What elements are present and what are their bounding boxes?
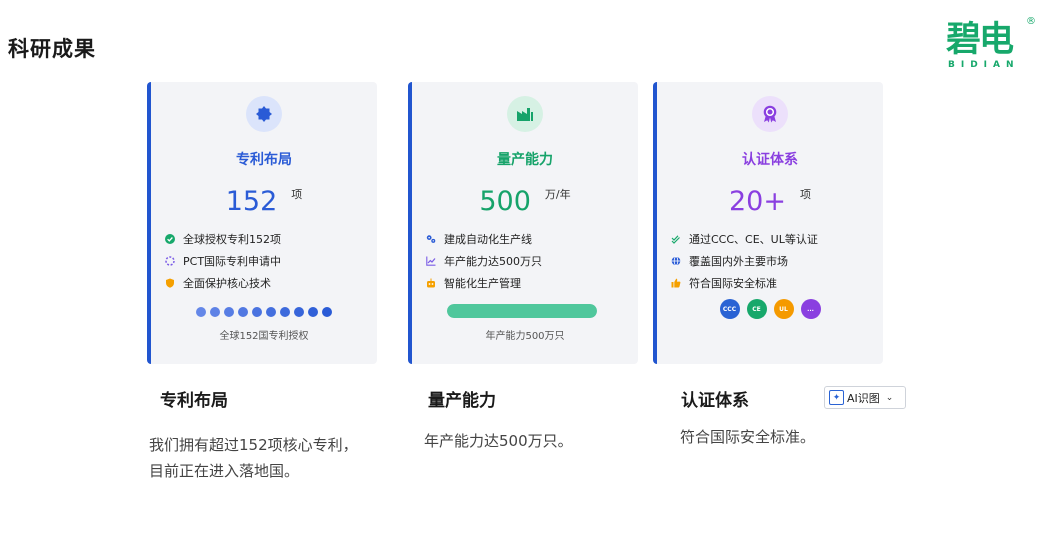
country-dot xyxy=(238,307,248,317)
country-dot xyxy=(224,307,234,317)
card-certifications: 认证体系 20+ 项 通过CCC、CE、UL等认证 覆盖国内外主要市场 符合国际安… xyxy=(653,82,883,364)
award-icon xyxy=(752,96,788,132)
robot-icon xyxy=(426,278,436,288)
country-dot xyxy=(252,307,262,317)
feature-list: 通过CCC、CE、UL等认证 覆盖国内外主要市场 符合国际安全标准 xyxy=(671,228,818,294)
ai-sparkle-icon: ✦ xyxy=(829,390,844,405)
feature-item: 全面保护核心技术 xyxy=(165,272,281,294)
feature-text: 全球授权专利152项 xyxy=(183,233,281,246)
cert-badge: CCC xyxy=(719,299,740,319)
stat-unit: 项 xyxy=(799,188,811,201)
section-desc-capacity: 年产能力达500万只。 xyxy=(424,432,573,450)
card-caption: 年产能力500万只 xyxy=(485,331,565,342)
stat-unit: 项 xyxy=(291,188,303,201)
feature-text: PCT国际专利申请中 xyxy=(183,255,282,268)
stat-value: 20+ xyxy=(729,186,786,217)
line-chart-icon xyxy=(426,256,436,266)
country-dot xyxy=(210,307,220,317)
registered-mark: ® xyxy=(1026,16,1036,27)
gears-icon xyxy=(426,234,436,244)
feature-item: 建成自动化生产线 xyxy=(426,228,542,250)
stat: 500 万/年 xyxy=(412,186,638,217)
stat-unit: 万/年 xyxy=(544,188,571,201)
badge-icon xyxy=(246,96,282,132)
feature-text: 全面保护核心技术 xyxy=(183,277,271,290)
ai-image-recognition-button[interactable]: ✦ AI识图 ⌄ xyxy=(824,386,906,409)
section-title-capacity: 量产能力 xyxy=(428,391,496,411)
brand-logo: 碧电 ® BIDIAN xyxy=(944,16,1036,74)
feature-item: 符合国际安全标准 xyxy=(671,272,818,294)
feature-item: 智能化生产管理 xyxy=(426,272,542,294)
card-title: 专利布局 xyxy=(236,152,292,168)
progress-fill xyxy=(447,304,597,318)
card-capacity: 量产能力 500 万/年 建成自动化生产线 年产能力达500万只 智能化生产管理 … xyxy=(408,82,638,364)
card-patents: 专利布局 152 项 全球授权专利152项 PCT国际专利申请中 全面保护核心技术… xyxy=(147,82,377,364)
stat: 20+ 项 xyxy=(657,186,883,217)
card-title: 量产能力 xyxy=(497,152,553,168)
country-dot xyxy=(196,307,206,317)
brand-mark: 碧电 xyxy=(946,20,1014,60)
cert-badge: ... xyxy=(800,299,821,319)
card-caption: 全球152国专利授权 xyxy=(219,331,309,342)
feature-item: 覆盖国内外主要市场 xyxy=(671,250,818,272)
feature-item: PCT国际专利申请中 xyxy=(165,250,281,272)
stat-value: 152 xyxy=(225,186,278,217)
section-desc-patents: 我们拥有超过152项核心专利， 目前正在进入落地国。 xyxy=(149,436,358,480)
cert-badge: UL xyxy=(773,299,794,319)
feature-item: 年产能力达500万只 xyxy=(426,250,542,272)
feature-text: 建成自动化生产线 xyxy=(444,233,532,246)
country-dot xyxy=(266,307,276,317)
country-dots xyxy=(151,307,377,317)
shield-icon xyxy=(165,278,175,288)
chevron-down-icon: ⌄ xyxy=(885,392,894,403)
card-title: 认证体系 xyxy=(742,152,798,168)
double-check-icon xyxy=(671,234,681,244)
section-title-certifications: 认证体系 xyxy=(681,391,749,411)
feature-list: 建成自动化生产线 年产能力达500万只 智能化生产管理 xyxy=(426,228,542,294)
country-dot xyxy=(322,307,332,317)
factory-icon xyxy=(507,96,543,132)
globe-icon xyxy=(671,256,681,266)
stat-value: 500 xyxy=(479,186,531,217)
feature-text: 覆盖国内外主要市场 xyxy=(689,255,788,268)
feature-text: 智能化生产管理 xyxy=(444,277,521,290)
thumbs-up-icon xyxy=(671,278,681,288)
page-title: 科研成果 xyxy=(8,37,96,61)
stat: 152 项 xyxy=(151,186,377,217)
country-dot xyxy=(308,307,318,317)
feature-item: 通过CCC、CE、UL等认证 xyxy=(671,228,818,250)
cert-badge: CE xyxy=(746,299,767,319)
spinner-icon xyxy=(165,256,175,266)
feature-list: 全球授权专利152项 PCT国际专利申请中 全面保护核心技术 xyxy=(165,228,281,294)
brand-subtitle: BIDIAN xyxy=(948,60,1020,70)
ai-button-label: AI识图 xyxy=(847,391,880,405)
capacity-progress-bar xyxy=(447,304,597,318)
section-title-patents: 专利布局 xyxy=(160,391,228,411)
country-dot xyxy=(294,307,304,317)
country-dot xyxy=(280,307,290,317)
check-circle-icon xyxy=(165,234,175,244)
cert-badges: CCC CE UL... xyxy=(657,299,883,319)
feature-text: 年产能力达500万只 xyxy=(444,255,542,268)
feature-text: 通过CCC、CE、UL等认证 xyxy=(689,233,818,246)
feature-text: 符合国际安全标准 xyxy=(689,277,777,290)
feature-item: 全球授权专利152项 xyxy=(165,228,281,250)
section-desc-certifications: 符合国际安全标准。 xyxy=(680,428,816,446)
